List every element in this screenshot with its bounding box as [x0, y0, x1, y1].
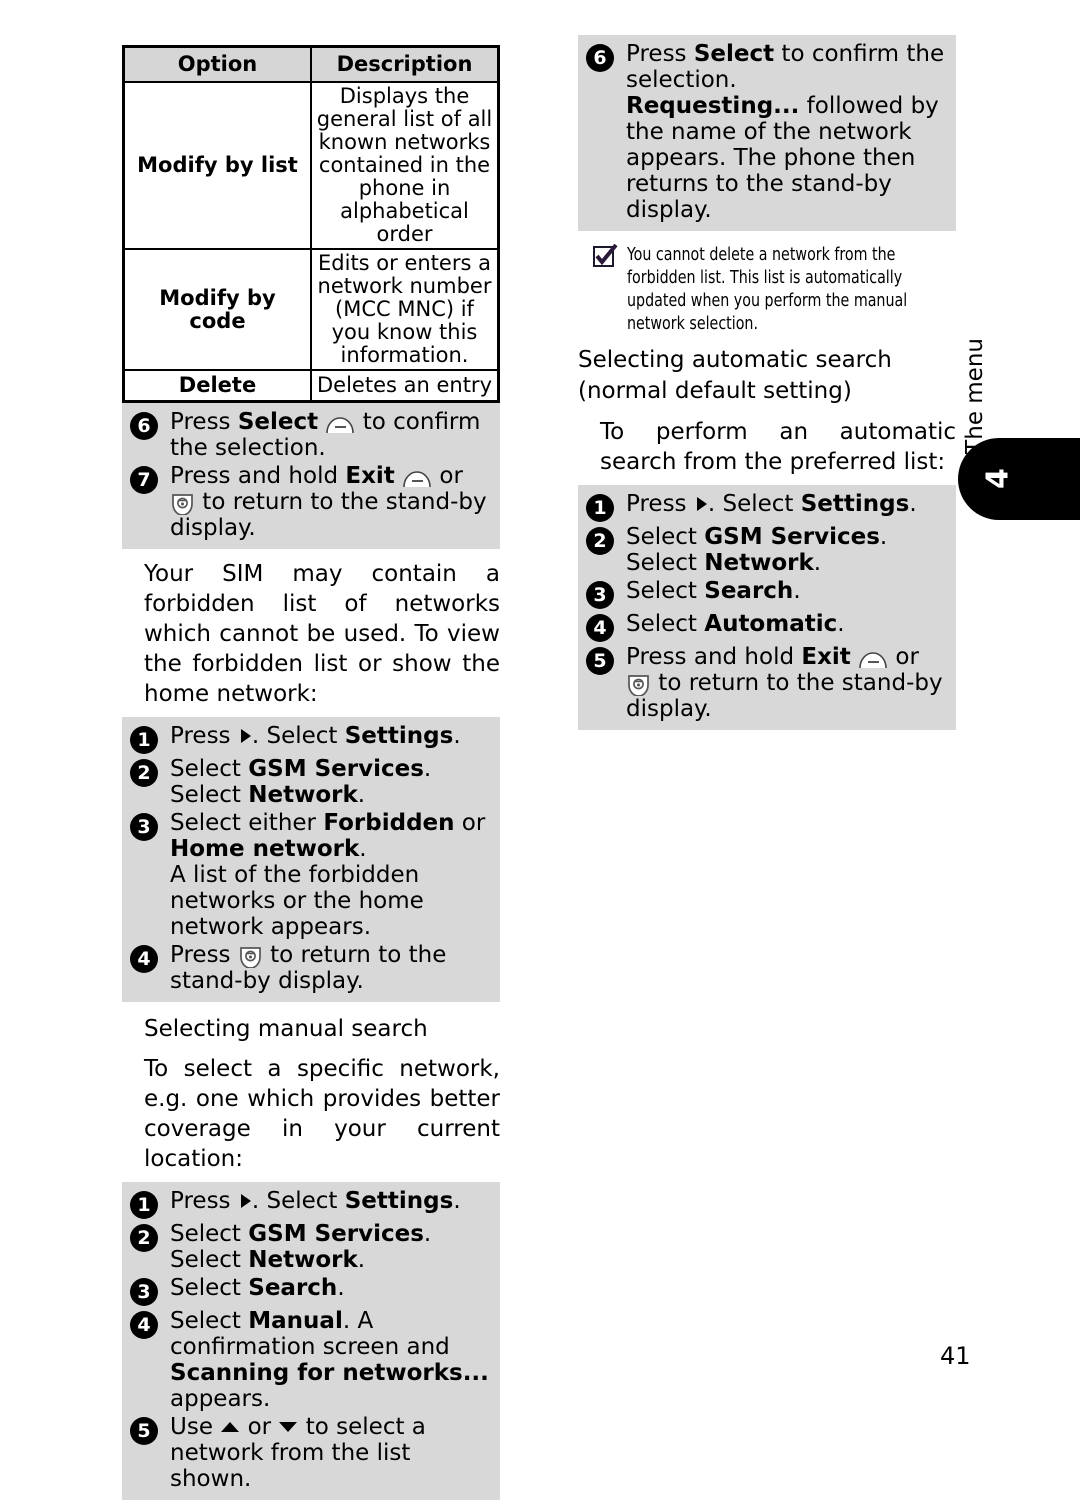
manual-search-heading: Selecting manual search — [144, 1016, 428, 1042]
list-item: 7 Press and hold Exit or to return to th… — [130, 463, 492, 541]
option-name: Modify by list — [122, 81, 312, 250]
step-number: 3 — [586, 581, 614, 609]
option-name: Delete — [122, 369, 312, 403]
checkbox-checked-icon — [593, 244, 618, 267]
list-item: 1 Press . Select Settings. — [130, 723, 492, 754]
note-text: You cannot delete a network from the for… — [627, 244, 908, 334]
step-text: Press Select to confirm the selection. — [170, 409, 481, 461]
list-item: 2 Select GSM Services. Select Network. — [130, 1221, 492, 1273]
steps-block-right-top: 6 Press Select to confirm the selection.… — [578, 35, 956, 231]
list-item: 4 Select Manual. A confirmation screen a… — [130, 1308, 492, 1412]
table-header-option: Option — [122, 45, 312, 83]
step-text: Select Search. — [170, 1275, 345, 1301]
list-item: 4 Press to return to the stand-by displa… — [130, 942, 492, 994]
options-table: Option Description Modify by list Displa… — [122, 45, 500, 403]
page-number: 41 — [940, 1342, 971, 1370]
step-number: 6 — [130, 412, 158, 440]
step-number: 5 — [130, 1417, 158, 1445]
step-text: Press and hold Exit or to return to the … — [626, 644, 943, 722]
list-item: 1 Press . Select Settings. — [130, 1188, 492, 1219]
step-text: Select GSM Services. Select Network. — [170, 756, 432, 808]
option-description: Deletes an entry — [310, 369, 500, 403]
right-arrow-icon — [696, 497, 707, 511]
step-text: Select Manual. A confirmation screen and… — [170, 1308, 489, 1412]
list-item: 6 Press Select to confirm the selection.… — [586, 41, 948, 223]
note-box: You cannot delete a network from the for… — [592, 243, 956, 335]
manual-search-intro: To select a specific network, e.g. one w… — [144, 1056, 500, 1172]
step-text: Select GSM Services. Select Network. — [626, 524, 888, 576]
chapter-number: 4 — [980, 468, 1016, 490]
step-text: Press . Select Settings. — [626, 491, 917, 517]
list-item: 5 Use or to select a network from the li… — [130, 1414, 492, 1492]
step-number: 4 — [586, 614, 614, 642]
table-row: Modify by list Displays the general list… — [122, 81, 500, 250]
step-text: Select Automatic. — [626, 611, 845, 637]
steps-block-after-table: 6 Press Select to confirm the selection.… — [122, 403, 500, 549]
step-number: 5 — [586, 647, 614, 675]
list-item: 6 Press Select to confirm the selection. — [130, 409, 492, 461]
end-call-key-icon — [239, 947, 261, 968]
step-number: 2 — [130, 759, 158, 787]
step-text: Press . Select Settings. — [170, 723, 461, 749]
right-arrow-icon — [240, 1194, 251, 1208]
end-call-key-icon — [172, 494, 193, 515]
manual-page: Option Description Modify by list Displa… — [0, 0, 1080, 1500]
step-text: Press to return to the stand-by display. — [170, 942, 447, 994]
steps-block-auto: 1 Press . Select Settings. 2 Select GSM … — [578, 485, 956, 730]
list-item: 5 Press and hold Exit or to return to th… — [586, 644, 948, 722]
right-arrow-icon — [240, 729, 251, 743]
up-arrow-icon — [221, 1422, 240, 1432]
option-description: Displays the general list of all known n… — [310, 81, 500, 250]
list-item: 1 Press . Select Settings. — [586, 491, 948, 522]
table-header-description: Description — [310, 45, 500, 83]
step-number: 1 — [130, 726, 158, 754]
step-number: 2 — [586, 527, 614, 555]
step-number: 2 — [130, 1224, 158, 1252]
step-number: 4 — [130, 945, 158, 973]
list-item: 3 Select Search. — [130, 1275, 492, 1306]
steps-block-forbidden: 1 Press . Select Settings. 2 Select GSM … — [122, 717, 500, 1002]
step-text: Use or to select a network from the list… — [170, 1414, 426, 1492]
step-number: 4 — [130, 1311, 158, 1339]
forbidden-intro-paragraph: Your SIM may contain a forbidden list of… — [144, 561, 500, 707]
list-item: 2 Select GSM Services. Select Network. — [586, 524, 948, 576]
step-text: Select GSM Services. Select Network. — [170, 1221, 432, 1273]
step-number: 1 — [586, 494, 614, 522]
end-call-key-icon — [628, 675, 649, 696]
chapter-edge-tab: 4 — [958, 438, 1080, 520]
softkey-icon — [403, 471, 431, 488]
step-text: Select either Forbidden or Home network.… — [170, 810, 486, 940]
step-number: 3 — [130, 1278, 158, 1306]
auto-search-intro: To perform an automatic search from the … — [600, 419, 956, 475]
list-item: 4 Select Automatic. — [586, 611, 948, 642]
left-column: Option Description Modify by list Displa… — [122, 45, 500, 1500]
step-text: Press and hold Exit or to return to the … — [170, 463, 487, 541]
option-name: Modify by code — [122, 248, 312, 371]
list-item: 2 Select GSM Services. Select Network. — [130, 756, 492, 808]
step-number: 3 — [130, 813, 158, 841]
step-text: Press Select to confirm the selection. Re… — [626, 41, 945, 223]
step-text: Press . Select Settings. — [170, 1188, 461, 1214]
step-number: 6 — [586, 44, 614, 72]
softkey-icon — [326, 417, 355, 434]
right-column: 6 Press Select to confirm the selection.… — [578, 35, 956, 730]
down-arrow-icon — [279, 1422, 298, 1432]
table-row: Delete Deletes an entry — [122, 369, 500, 403]
steps-block-manual: 1 Press . Select Settings. 2 Select GSM … — [122, 1182, 500, 1500]
auto-search-heading: Selecting automatic search (normal defau… — [578, 347, 892, 404]
step-number: 7 — [130, 466, 158, 494]
table-header-row: Option Description — [122, 45, 500, 83]
softkey-icon — [859, 652, 887, 669]
step-number: 1 — [130, 1191, 158, 1219]
list-item: 3 Select either Forbidden or Home networ… — [130, 810, 492, 940]
table-row: Modify by code Edits or enters a network… — [122, 248, 500, 371]
option-description: Edits or enters a network number (MCC MN… — [310, 248, 500, 371]
list-item: 3 Select Search. — [586, 578, 948, 609]
chapter-edge-label: The menu — [962, 338, 988, 454]
step-text: Select Search. — [626, 578, 801, 604]
